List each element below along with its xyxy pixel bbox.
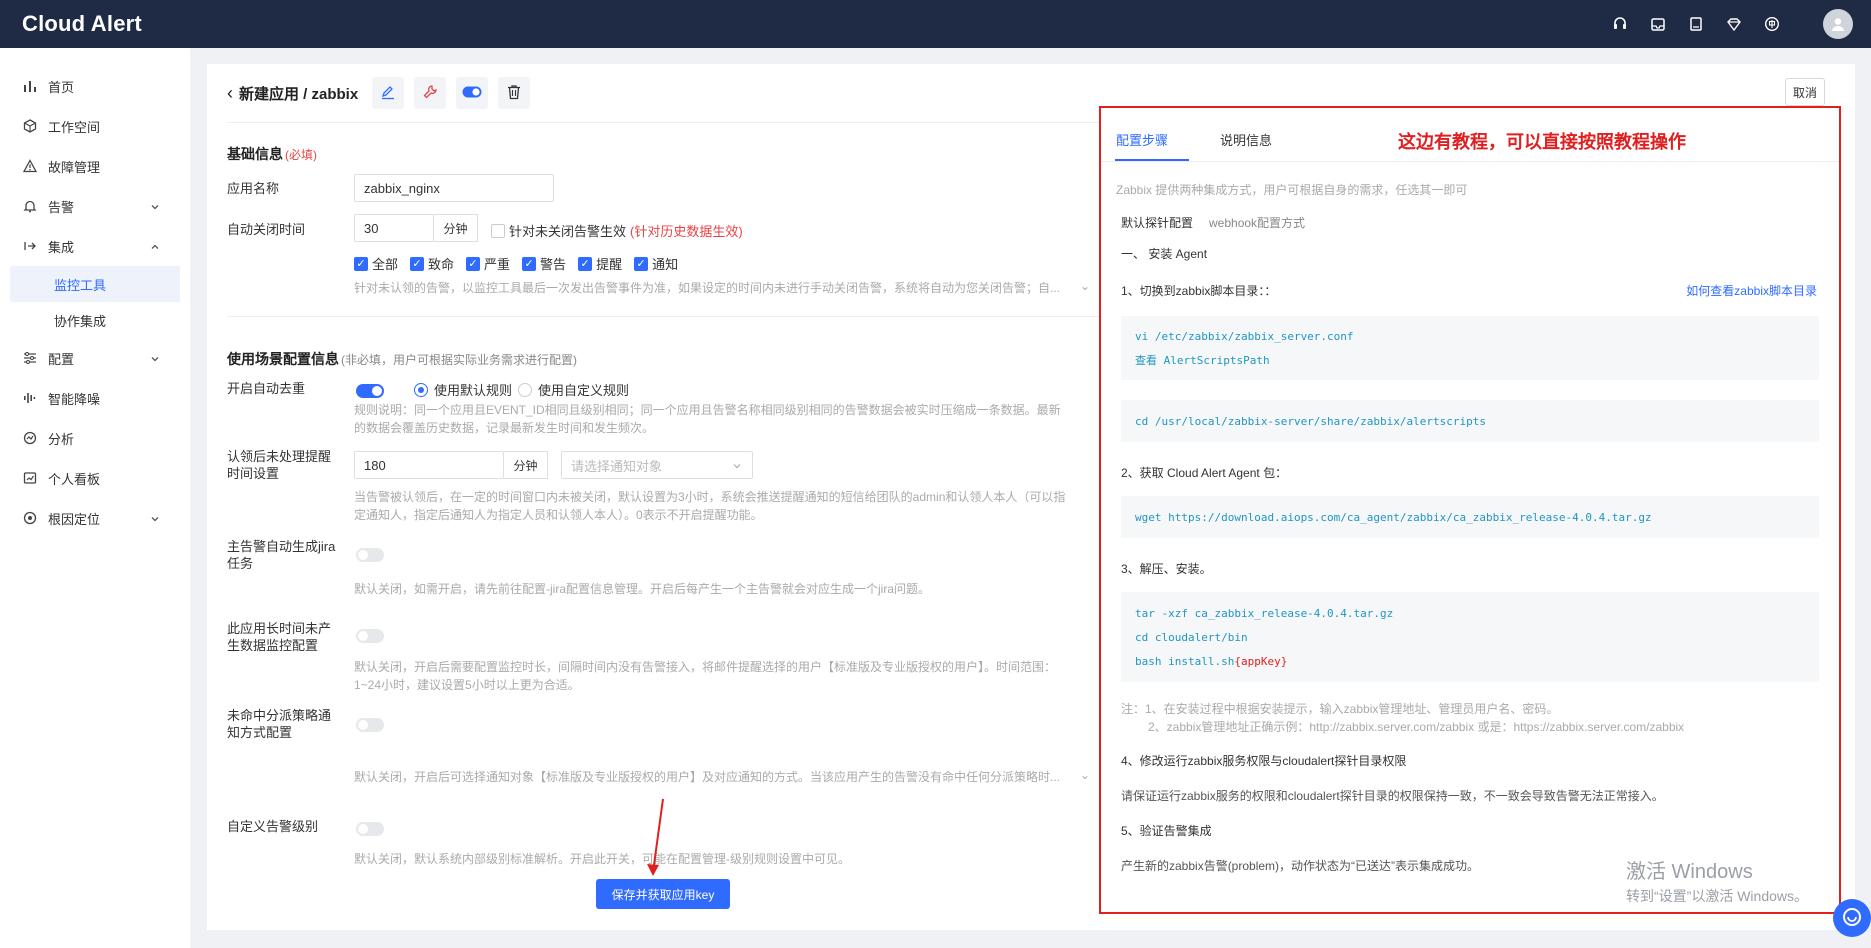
sidebar-item-noise-reduction[interactable]: 智能降噪 xyxy=(0,378,190,418)
code-line: vi /etc/zabbix/zabbix_server.conf xyxy=(1135,329,1354,343)
step-3: 3、解压、安装。 xyxy=(1121,562,1212,576)
step-4: 4、修改运行zabbix服务权限与cloudalert探针目录权限 xyxy=(1121,754,1407,768)
diamond-icon[interactable] xyxy=(1725,15,1743,33)
equalizer-icon xyxy=(22,390,38,406)
inbox-icon[interactable] xyxy=(1649,15,1667,33)
code-line: cd /usr/local/zabbix-server/share/zabbix… xyxy=(1135,414,1486,428)
sidebar-item-label: 首页 xyxy=(48,79,75,95)
sidebar-item-label: 分析 xyxy=(48,431,75,447)
analysis-icon xyxy=(22,430,38,446)
subtab-default-probe[interactable]: 默认探针配置 xyxy=(1121,214,1193,231)
chevron-down-icon xyxy=(150,200,160,215)
subtab-webhook[interactable]: webhook配置方式 xyxy=(1209,214,1305,231)
code-line: 查看 AlertScriptsPath xyxy=(1135,354,1270,367)
target-icon xyxy=(22,510,38,526)
chevron-down-icon xyxy=(150,352,160,367)
chevron-down-icon xyxy=(150,512,160,527)
sidebar-subitem-collab[interactable]: 协作集成 xyxy=(0,302,190,338)
panel-tabs: 配置步骤 说明信息 这边有教程，可以直接按照教程操作 xyxy=(1101,108,1839,162)
sidebar-item-dashboard[interactable]: 个人看板 xyxy=(0,458,190,498)
sidebar-item-label: 故障管理 xyxy=(48,159,101,175)
code-block-4: tar -xzf ca_zabbix_release-4.0.4.tar.gz … xyxy=(1121,592,1819,682)
sidebar-item-label: 个人看板 xyxy=(48,471,101,487)
watermark-line-1: 激活 Windows xyxy=(1626,861,1753,883)
sidebar-item-label: 配置 xyxy=(48,351,75,367)
code-line: cd cloudalert/bin xyxy=(1135,630,1248,644)
sliders-icon xyxy=(22,350,38,366)
watermark-line-2: 转到“设置”以激活 Windows。 xyxy=(1626,888,1809,904)
step-2: 2、获取 Cloud Alert Agent 包： xyxy=(1121,466,1288,480)
sidebar-item-label: 集成 xyxy=(48,239,75,255)
sidebar-item-label: 根因定位 xyxy=(48,511,101,527)
sidebar-item-alert[interactable]: 告警 xyxy=(0,186,190,226)
step-5-desc: 产生新的zabbix告警(problem)，动作状态为“已送达”表示集成成功。 xyxy=(1121,859,1480,873)
sidebar: 首页 工作空间 故障管理 告警 集成 监控工具 协作集成 配置 智能降噪 分析 … xyxy=(0,48,190,948)
language-icon[interactable] xyxy=(1763,15,1781,33)
annotation-text: 这边有教程，可以直接按照教程操作 xyxy=(1398,132,1686,152)
sidebar-item-label: 智能降噪 xyxy=(48,391,101,407)
sidebar-item-home[interactable]: 首页 xyxy=(0,66,190,106)
top-icons xyxy=(1611,0,1853,48)
code-line: wget https://download.aiops.com/ca_agent… xyxy=(1135,510,1652,524)
chevron-up-icon xyxy=(150,240,160,255)
bell-icon xyxy=(22,198,38,214)
dashboard-icon xyxy=(22,470,38,486)
app-title: Cloud Alert xyxy=(22,11,142,36)
note-1: 注：1、在安装过程中根据安装提示，输入zabbix管理地址、管理员用户名、密码。 xyxy=(1121,702,1559,716)
how-to-find-dir-link[interactable]: 如何查看zabbix脚本目录 xyxy=(1686,282,1817,299)
warning-icon xyxy=(22,158,38,174)
step-5: 5、验证告警集成 xyxy=(1121,824,1212,838)
step-1: 1、切换到zabbix脚本目录：： xyxy=(1121,284,1277,298)
integration-icon xyxy=(22,238,38,254)
tutorial-panel: 配置步骤 说明信息 这边有教程，可以直接按照教程操作 Zabbix 提供两种集成… xyxy=(1099,106,1841,914)
tab-indicator xyxy=(1115,159,1189,161)
book-icon[interactable] xyxy=(1687,15,1705,33)
cube-icon xyxy=(22,118,38,134)
sidebar-item-config[interactable]: 配置 xyxy=(0,338,190,378)
note-2: 2、zabbix管理地址正确示例：http://zabbix.server.co… xyxy=(1148,720,1685,734)
step-install-agent: 一、 安装 Agent xyxy=(1121,247,1208,261)
tab-config-steps[interactable]: 配置步骤 xyxy=(1116,130,1168,149)
code-placeholder: {appKey} xyxy=(1234,654,1288,668)
top-bar: Cloud Alert xyxy=(0,0,1871,48)
code-line: tar -xzf ca_zabbix_release-4.0.4.tar.gz xyxy=(1135,606,1394,620)
cancel-button[interactable]: 取消 xyxy=(1785,78,1825,106)
tab-description[interactable]: 说明信息 xyxy=(1220,130,1272,149)
headset-icon[interactable] xyxy=(1611,15,1629,33)
windows-watermark: 激活 Windows 转到“设置”以激活 Windows。 xyxy=(1626,855,1808,906)
support-chat-button[interactable] xyxy=(1833,899,1871,937)
sidebar-item-incident[interactable]: 故障管理 xyxy=(0,146,190,186)
code-line: bash install.sh {appKey} xyxy=(1135,649,1805,673)
sidebar-item-workspace[interactable]: 工作空间 xyxy=(0,106,190,146)
annotation-arrow xyxy=(647,798,664,876)
sidebar-subitem-monitor-tools[interactable]: 监控工具 xyxy=(10,266,180,302)
sidebar-item-root-cause[interactable]: 根因定位 xyxy=(0,498,190,538)
code-text: bash install.sh xyxy=(1135,654,1235,668)
sidebar-item-label: 告警 xyxy=(48,199,75,215)
step-4-desc: 请保证运行zabbix服务的权限和cloudalert探针目录的权限保持一致，不… xyxy=(1121,789,1664,803)
code-block-2: cd /usr/local/zabbix-server/share/zabbix… xyxy=(1121,400,1819,442)
chat-icon xyxy=(1841,906,1863,931)
code-block-1: vi /etc/zabbix/zabbix_server.conf 查看 Ale… xyxy=(1121,316,1819,380)
sidebar-item-analysis[interactable]: 分析 xyxy=(0,418,190,458)
sidebar-item-integration[interactable]: 集成 xyxy=(0,226,190,266)
bar-chart-icon xyxy=(22,78,38,94)
intro-text: Zabbix 提供两种集成方式，用户可根据自身的需求，任选其一即可 xyxy=(1116,183,1468,197)
sidebar-item-label: 工作空间 xyxy=(48,119,101,135)
avatar[interactable] xyxy=(1823,9,1853,39)
code-block-3: wget https://download.aiops.com/ca_agent… xyxy=(1121,496,1819,538)
